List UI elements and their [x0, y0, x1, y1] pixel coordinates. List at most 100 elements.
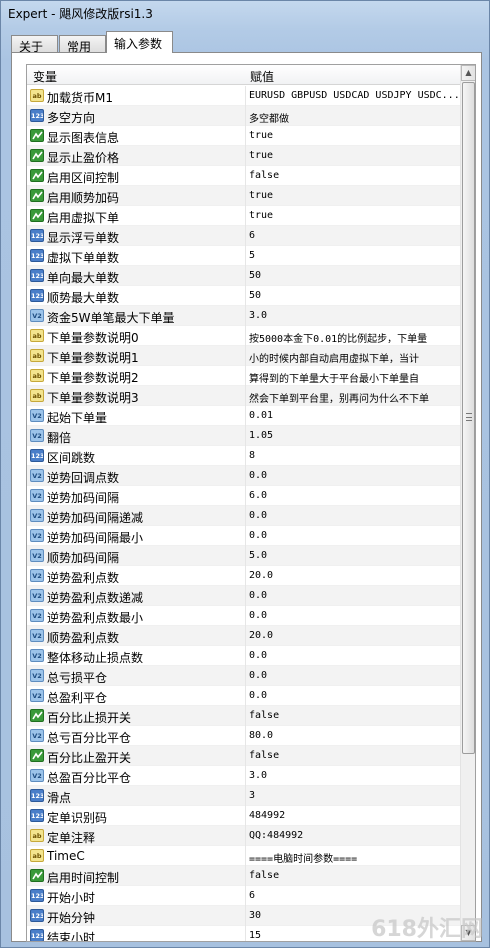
- parameter-value[interactable]: true: [249, 210, 459, 221]
- parameter-value[interactable]: 6.0: [249, 490, 459, 501]
- parameter-row[interactable]: 百分比止盈开关 false: [27, 746, 461, 766]
- parameter-row[interactable]: 123 多空方向 多空都做: [27, 106, 461, 126]
- parameter-value[interactable]: 3.0: [249, 770, 459, 781]
- parameter-value[interactable]: 0.0: [249, 470, 459, 481]
- parameter-row[interactable]: ab TimeC ====电脑时间参数====: [27, 846, 461, 866]
- parameter-row[interactable]: 显示止盈价格 true: [27, 146, 461, 166]
- parameter-row[interactable]: 123 开始小时 6: [27, 886, 461, 906]
- parameter-row[interactable]: 显示图表信息 true: [27, 126, 461, 146]
- integer-type-icon: 123: [30, 809, 44, 822]
- parameter-value[interactable]: 8: [249, 450, 459, 461]
- parameter-row[interactable]: 启用虚拟下单 true: [27, 206, 461, 226]
- column-header-variable[interactable]: 变量: [33, 68, 57, 85]
- parameter-value[interactable]: 然会下单到平台里，别再问为什么不下单: [249, 390, 459, 405]
- parameter-row[interactable]: V2 总盈百分比平仓 3.0: [27, 766, 461, 786]
- parameter-row[interactable]: 123 区间跳数 8: [27, 446, 461, 466]
- parameter-row[interactable]: 123 顺势最大单数 50: [27, 286, 461, 306]
- parameter-row[interactable]: V2 逆势加码间隔最小 0.0: [27, 526, 461, 546]
- parameter-value[interactable]: 按5000本金下0.01的比例起步，下单量: [249, 330, 459, 345]
- parameter-value[interactable]: true: [249, 150, 459, 161]
- parameter-row[interactable]: V2 总亏损平仓 0.0: [27, 666, 461, 686]
- parameter-value[interactable]: 小的时候内部自动启用虚拟下单，当计: [249, 350, 459, 365]
- parameter-value[interactable]: 5.0: [249, 550, 459, 561]
- column-header-value[interactable]: 赋值: [250, 68, 274, 85]
- parameter-value[interactable]: ====电脑时间参数====: [249, 850, 459, 865]
- vertical-scrollbar[interactable]: ▲ ▼: [460, 65, 475, 941]
- parameter-row[interactable]: V2 逆势盈利点数 20.0: [27, 566, 461, 586]
- double-type-icon: V2: [30, 769, 44, 782]
- parameter-value[interactable]: 5: [249, 250, 459, 261]
- parameter-value[interactable]: 0.0: [249, 690, 459, 701]
- parameter-value[interactable]: 6: [249, 230, 459, 241]
- scroll-up-arrow-icon[interactable]: ▲: [461, 65, 475, 81]
- parameter-value[interactable]: 50: [249, 270, 459, 281]
- tab-about[interactable]: 关于: [11, 35, 58, 54]
- parameter-value[interactable]: 0.0: [249, 590, 459, 601]
- window-title: Expert - 飓风修改版rsi1.3: [8, 7, 153, 21]
- parameter-row[interactable]: 123 滑点 3: [27, 786, 461, 806]
- parameter-row[interactable]: 启用区间控制 false: [27, 166, 461, 186]
- parameter-row[interactable]: V2 逆势加码间隔 6.0: [27, 486, 461, 506]
- parameter-value[interactable]: 80.0: [249, 730, 459, 741]
- parameter-value[interactable]: true: [249, 130, 459, 141]
- parameter-row[interactable]: V2 整体移动止损点数 0.0: [27, 646, 461, 666]
- parameter-name: 启用区间控制: [47, 171, 120, 185]
- parameter-value[interactable]: true: [249, 190, 459, 201]
- parameter-row[interactable]: V2 起始下单量 0.01: [27, 406, 461, 426]
- parameter-value[interactable]: false: [249, 170, 459, 181]
- parameter-value[interactable]: 484992: [249, 810, 459, 821]
- parameter-value[interactable]: 20.0: [249, 630, 459, 641]
- parameter-value[interactable]: QQ:484992: [249, 830, 459, 841]
- parameter-row[interactable]: 123 虚拟下单单数 5: [27, 246, 461, 266]
- parameter-row[interactable]: ab 下单量参数说明3 然会下单到平台里，别再问为什么不下单: [27, 386, 461, 406]
- parameter-row[interactable]: V2 资金5W单笔最大下单量 3.0: [27, 306, 461, 326]
- parameter-row[interactable]: V2 翻倍 1.05: [27, 426, 461, 446]
- parameter-row[interactable]: 123 显示浮亏单数 6: [27, 226, 461, 246]
- parameter-row[interactable]: ab 下单量参数说明0 按5000本金下0.01的比例起步，下单量: [27, 326, 461, 346]
- parameter-value[interactable]: 3.0: [249, 310, 459, 321]
- bool-type-icon: [30, 209, 44, 222]
- parameter-value[interactable]: 0.0: [249, 610, 459, 621]
- parameter-row[interactable]: ab 定单注释 QQ:484992: [27, 826, 461, 846]
- parameter-row[interactable]: V2 顺势加码间隔 5.0: [27, 546, 461, 566]
- parameter-value[interactable]: 0.0: [249, 670, 459, 681]
- parameter-value[interactable]: 0.0: [249, 530, 459, 541]
- parameter-row[interactable]: 123 定单识别码 484992: [27, 806, 461, 826]
- column-divider: [245, 886, 246, 906]
- parameter-value[interactable]: 0.0: [249, 510, 459, 521]
- parameter-name: 翻倍: [47, 431, 72, 445]
- parameter-value[interactable]: 3: [249, 790, 459, 801]
- parameter-row[interactable]: ab 下单量参数说明1 小的时候内部自动启用虚拟下单，当计: [27, 346, 461, 366]
- parameter-row[interactable]: ab 下单量参数说明2 算得到的下单量大于平台最小下单量自: [27, 366, 461, 386]
- parameter-value[interactable]: 多空都做: [249, 110, 459, 125]
- parameter-row[interactable]: V2 逆势回调点数 0.0: [27, 466, 461, 486]
- parameter-name: 整体移动止损点数: [47, 651, 144, 665]
- parameter-value[interactable]: 0.01: [249, 410, 459, 421]
- parameter-value[interactable]: EURUSD GBPUSD USDCAD USDJPY USDC...: [249, 90, 459, 101]
- parameter-row[interactable]: V2 逆势盈利点数递减 0.0: [27, 586, 461, 606]
- parameter-row[interactable]: V2 逆势盈利点数最小 0.0: [27, 606, 461, 626]
- parameter-name: 启用顺势加码: [47, 191, 120, 205]
- parameter-value[interactable]: 0.0: [249, 650, 459, 661]
- scroll-thumb[interactable]: [462, 82, 475, 754]
- parameter-name: 开始分钟: [47, 911, 96, 925]
- parameter-row[interactable]: V2 总盈利平仓 0.0: [27, 686, 461, 706]
- parameter-value[interactable]: 算得到的下单量大于平台最小下单量自: [249, 370, 459, 385]
- tab-common[interactable]: 常用: [59, 35, 106, 54]
- parameter-value[interactable]: false: [249, 710, 459, 721]
- parameter-value[interactable]: 1.05: [249, 430, 459, 441]
- tab-inputs[interactable]: 输入参数: [106, 31, 173, 53]
- parameter-value[interactable]: 50: [249, 290, 459, 301]
- parameter-row[interactable]: V2 逆势加码间隔递减 0.0: [27, 506, 461, 526]
- parameter-row[interactable]: 百分比止损开关 false: [27, 706, 461, 726]
- parameter-value[interactable]: 6: [249, 890, 459, 901]
- parameter-value[interactable]: false: [249, 870, 459, 881]
- parameter-value[interactable]: 20.0: [249, 570, 459, 581]
- parameter-row[interactable]: ab 加载货币M1 EURUSD GBPUSD USDCAD USDJPY USDC…: [27, 86, 461, 106]
- parameter-value[interactable]: false: [249, 750, 459, 761]
- parameter-row[interactable]: 启用顺势加码 true: [27, 186, 461, 206]
- parameter-row[interactable]: 123 单向最大单数 50: [27, 266, 461, 286]
- parameter-row[interactable]: 启用时间控制 false: [27, 866, 461, 886]
- parameter-row[interactable]: V2 顺势盈利点数 20.0: [27, 626, 461, 646]
- parameter-row[interactable]: V2 总亏百分比平仓 80.0: [27, 726, 461, 746]
